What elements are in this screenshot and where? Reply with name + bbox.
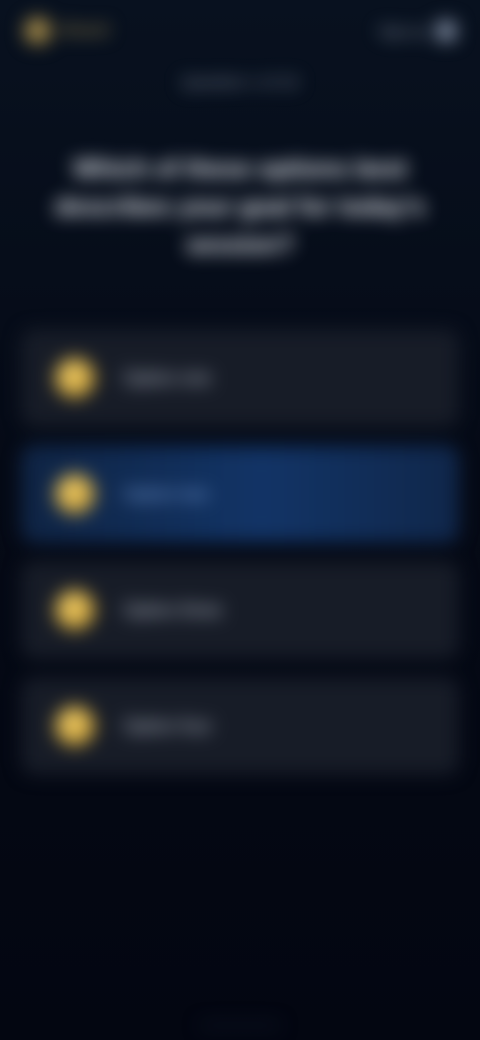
- question-counter: Question 1 of 10: [181, 74, 299, 91]
- brand-logo-icon: [24, 17, 52, 45]
- coin-icon: [55, 358, 95, 398]
- answer-option[interactable]: Option three: [22, 562, 458, 658]
- question-text: Which of these options best describes yo…: [55, 155, 425, 259]
- answer-option-label: Option two: [123, 483, 210, 504]
- answer-option-label: Option one: [123, 367, 212, 388]
- answer-option-selected[interactable]: Option two: [22, 446, 458, 542]
- top-link[interactable]: Sign up: [379, 23, 426, 39]
- blurred-screen: Brand Sign up Question 1 of 10 Which of …: [0, 0, 480, 1040]
- answer-option[interactable]: Option four: [22, 678, 458, 774]
- coin-icon: [55, 474, 95, 514]
- coin-icon: [55, 706, 95, 746]
- answer-options: Option one Option two Option three Optio…: [22, 330, 458, 774]
- coin-icon: [55, 590, 95, 630]
- answer-option-label: Option four: [123, 715, 213, 736]
- home-indicator: [200, 1023, 280, 1028]
- menu-icon[interactable]: [436, 21, 456, 41]
- top-bar: Brand Sign up: [24, 14, 456, 48]
- answer-option[interactable]: Option one: [22, 330, 458, 426]
- brand-name: Brand: [62, 22, 109, 39]
- answer-option-label: Option three: [123, 599, 223, 620]
- brand[interactable]: Brand: [24, 17, 122, 45]
- top-actions: Sign up: [379, 21, 456, 41]
